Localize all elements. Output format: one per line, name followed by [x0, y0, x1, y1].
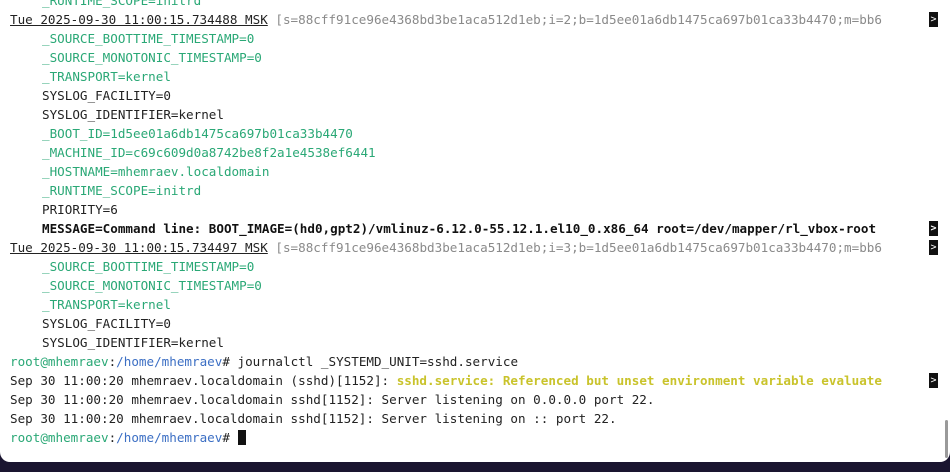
field-text: _RUNTIME_SCOPE=initrd	[42, 183, 202, 198]
field-line: PRIORITY=6	[0, 200, 950, 219]
prompt-path: /home/mhemraev	[116, 430, 223, 445]
field-text: _HOSTNAME=mhemraev.localdomain	[42, 164, 270, 179]
prompt-symbol: #	[222, 430, 238, 445]
field-text: SYSLOG_FACILITY=0	[42, 316, 171, 331]
text-cursor[interactable]	[237, 430, 246, 445]
field-line: SYSLOG_FACILITY=0	[0, 86, 950, 105]
field-text: SYSLOG_IDENTIFIER=kernel	[42, 335, 224, 350]
field-line: _TRANSPORT=kernel	[0, 295, 950, 314]
field-line: _SOURCE_BOOTTIME_TIMESTAMP=0	[0, 29, 950, 48]
entry-cursor: [s=88cff91ce96e4368bd3be1aca512d1eb;i=2;…	[275, 12, 882, 27]
prompt-path: /home/mhemraev	[116, 354, 223, 369]
truncation-marker-icon: >	[929, 240, 938, 255]
field-text: _SOURCE_BOOTTIME_TIMESTAMP=0	[42, 259, 255, 274]
prompt-user: root@mhemraev	[10, 354, 109, 369]
command-text: journalctl _SYSTEMD_UNIT=sshd.service	[237, 354, 519, 369]
prompt-symbol: #	[222, 354, 238, 369]
prompt-line: root@mhemraev:/home/mhemraev# journalctl…	[0, 352, 950, 371]
field-text: _TRANSPORT=kernel	[42, 69, 171, 84]
field-text: _TRANSPORT=kernel	[42, 297, 171, 312]
field-text: SYSLOG_IDENTIFIER=kernel	[42, 107, 224, 122]
field-line: _SOURCE_BOOTTIME_TIMESTAMP=0	[0, 257, 950, 276]
field-text: _SOURCE_MONOTONIC_TIMESTAMP=0	[42, 278, 262, 293]
field-line: _BOOT_ID=1d5ee01a6db1475ca697b01ca33b447…	[0, 124, 950, 143]
entry-header-line: Tue 2025-09-30 11:00:15.734488 MSK [s=88…	[0, 10, 950, 29]
terminal-window[interactable]: _RUNTIME_SCOPE=initrd Tue 2025-09-30 11:…	[0, 0, 950, 462]
truncation-marker-icon: >	[929, 12, 938, 27]
field-text: _RUNTIME_SCOPE=initrd	[42, 0, 202, 8]
scrollbar[interactable]	[945, 420, 948, 458]
field-line: _RUNTIME_SCOPE=initrd	[0, 0, 950, 10]
field-line: SYSLOG_IDENTIFIER=kernel	[0, 333, 950, 352]
message-line: MESSAGE=Command line: BOOT_IMAGE=(hd0,gp…	[0, 219, 950, 238]
field-line: _SOURCE_MONOTONIC_TIMESTAMP=0	[0, 276, 950, 295]
log-text: Sep 30 11:00:20 mhemraev.localdomain ssh…	[10, 392, 655, 407]
field-text: _SOURCE_BOOTTIME_TIMESTAMP=0	[42, 31, 255, 46]
field-text: PRIORITY=6	[42, 202, 118, 217]
entry-cursor: [s=88cff91ce96e4368bd3be1aca512d1eb;i=3;…	[275, 240, 882, 255]
entry-timestamp: Tue 2025-09-30 11:00:15.734488 MSK	[10, 12, 268, 27]
field-line: SYSLOG_IDENTIFIER=kernel	[0, 105, 950, 124]
field-text: _SOURCE_MONOTONIC_TIMESTAMP=0	[42, 50, 262, 65]
entry-header-line: Tue 2025-09-30 11:00:15.734497 MSK [s=88…	[0, 238, 950, 257]
log-line: Sep 30 11:00:20 mhemraev.localdomain ssh…	[0, 409, 950, 428]
field-text: _BOOT_ID=1d5ee01a6db1475ca697b01ca33b447…	[42, 126, 353, 141]
field-text: SYSLOG_FACILITY=0	[42, 88, 171, 103]
field-line: _TRANSPORT=kernel	[0, 67, 950, 86]
log-warning: sshd.service: Referenced but unset envir…	[396, 373, 882, 388]
truncation-marker-icon: >	[929, 373, 938, 388]
log-line: Sep 30 11:00:20 mhemraev.localdomain (ss…	[0, 371, 950, 390]
prompt-user: root@mhemraev	[10, 430, 109, 445]
log-line: Sep 30 11:00:20 mhemraev.localdomain ssh…	[0, 390, 950, 409]
field-text: _MACHINE_ID=c69c609d0a8742be8f2a1e4538ef…	[42, 145, 376, 160]
message-text: MESSAGE=Command line: BOOT_IMAGE=(hd0,gp…	[42, 221, 877, 236]
field-line: _MACHINE_ID=c69c609d0a8742be8f2a1e4538ef…	[0, 143, 950, 162]
field-line: _RUNTIME_SCOPE=initrd	[0, 181, 950, 200]
entry-timestamp: Tue 2025-09-30 11:00:15.734497 MSK	[10, 240, 268, 255]
field-line: _SOURCE_MONOTONIC_TIMESTAMP=0	[0, 48, 950, 67]
prompt-line[interactable]: root@mhemraev:/home/mhemraev#	[0, 428, 950, 447]
field-line: _HOSTNAME=mhemraev.localdomain	[0, 162, 950, 181]
log-prefix: Sep 30 11:00:20 mhemraev.localdomain (ss…	[10, 373, 397, 388]
field-line: SYSLOG_FACILITY=0	[0, 314, 950, 333]
terminal-output: _RUNTIME_SCOPE=initrd Tue 2025-09-30 11:…	[0, 0, 950, 447]
log-text: Sep 30 11:00:20 mhemraev.localdomain ssh…	[10, 411, 617, 426]
truncation-marker-icon: >	[929, 221, 938, 236]
